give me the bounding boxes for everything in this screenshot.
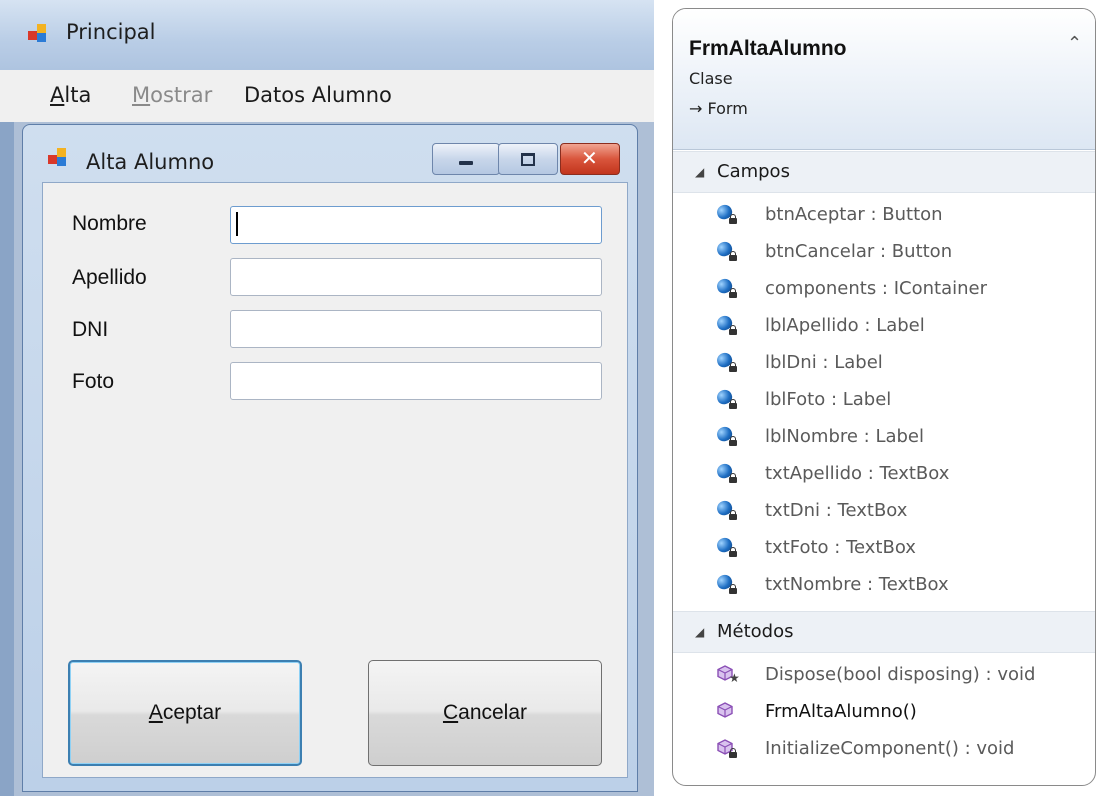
field-label: lblApellido : Label bbox=[765, 315, 925, 336]
private-field-icon bbox=[715, 350, 741, 377]
alta-window-icon bbox=[48, 148, 68, 168]
private-field-icon bbox=[715, 387, 741, 414]
aceptar-button[interactable]: Aceptar bbox=[68, 660, 302, 766]
field-label: btnAceptar : Button bbox=[765, 204, 943, 225]
private-field-icon bbox=[715, 276, 741, 303]
field-label: lblNombre : Label bbox=[765, 426, 925, 447]
restore-button[interactable] bbox=[498, 143, 558, 175]
menu-mostrar-rest: ostrar bbox=[150, 83, 213, 107]
section-metodos-title: Métodos bbox=[717, 621, 794, 642]
foto-input[interactable] bbox=[230, 362, 602, 400]
private-field-icon bbox=[715, 202, 741, 229]
menu-alta-rest: lta bbox=[64, 83, 92, 107]
private-field-icon bbox=[715, 239, 741, 266]
private-field-icon bbox=[715, 461, 741, 488]
text-caret bbox=[236, 212, 238, 236]
nombre-input[interactable] bbox=[230, 206, 602, 244]
apellido-input[interactable] bbox=[230, 258, 602, 296]
private-method-icon bbox=[715, 737, 741, 763]
field-label: lblDni : Label bbox=[765, 352, 883, 373]
field-label: lblFoto : Label bbox=[765, 389, 892, 410]
field-label: txtNombre : TextBox bbox=[765, 574, 949, 595]
cancelar-rest: ancelar bbox=[458, 701, 528, 724]
field-label: txtApellido : TextBox bbox=[765, 463, 950, 484]
minimize-icon bbox=[459, 161, 473, 165]
method-label: Dispose(bool disposing) : void bbox=[765, 664, 1036, 685]
alta-window-title: Alta Alumno bbox=[86, 150, 215, 174]
private-field-icon bbox=[715, 572, 741, 599]
restore-icon bbox=[521, 153, 535, 166]
private-field-icon bbox=[715, 313, 741, 340]
label-nombre: Nombre bbox=[72, 212, 147, 235]
public-method-icon bbox=[715, 700, 741, 726]
menu-mostrar-mnemonic: M bbox=[132, 83, 151, 107]
principal-titlebar[interactable]: Principal bbox=[0, 0, 654, 70]
label-foto: Foto bbox=[72, 370, 115, 393]
dni-input[interactable] bbox=[230, 310, 602, 348]
class-diagram-shape[interactable]: FrmAltaAlumno Clase → Form ⌃ ◢ Campos bt… bbox=[672, 8, 1096, 786]
section-metodos[interactable]: ◢ Métodos bbox=[673, 611, 1095, 653]
aceptar-mnemonic: A bbox=[148, 701, 163, 724]
cancelar-mnemonic: C bbox=[442, 701, 459, 724]
label-dni: DNI bbox=[72, 318, 109, 341]
principal-title: Principal bbox=[66, 20, 156, 44]
expand-triangle-icon: ◢ bbox=[695, 625, 705, 639]
minimize-button[interactable] bbox=[432, 143, 500, 175]
field-label: components : IContainer bbox=[765, 278, 987, 299]
class-base: → Form bbox=[689, 99, 748, 118]
aceptar-rest: ceptar bbox=[162, 701, 222, 724]
menu-item-alta[interactable]: Alta bbox=[50, 83, 91, 107]
method-label: InitializeComponent() : void bbox=[765, 738, 1015, 759]
menu-alta-mnemonic: A bbox=[50, 83, 65, 107]
label-apellido: Apellido bbox=[72, 266, 147, 289]
class-kind: Clase bbox=[689, 69, 733, 88]
menu-item-mostrar[interactable]: Mostrar bbox=[132, 83, 212, 107]
protected-override-method-icon: ★ bbox=[715, 663, 741, 689]
collapse-chevron-icon[interactable]: ⌃ bbox=[1067, 33, 1082, 54]
field-label: btnCancelar : Button bbox=[765, 241, 953, 262]
mdi-border bbox=[0, 122, 14, 796]
field-label: txtDni : TextBox bbox=[765, 500, 908, 521]
app-icon bbox=[28, 24, 48, 44]
private-field-icon bbox=[715, 424, 741, 451]
expand-triangle-icon: ◢ bbox=[695, 165, 705, 179]
menu-item-datos-alumno[interactable]: Datos Alumno bbox=[244, 83, 392, 107]
section-campos[interactable]: ◢ Campos bbox=[673, 151, 1095, 193]
field-label: txtFoto : TextBox bbox=[765, 537, 916, 558]
class-name: FrmAltaAlumno bbox=[689, 37, 847, 60]
method-label: FrmAltaAlumno() bbox=[765, 701, 917, 722]
close-button[interactable]: ✕ bbox=[560, 143, 620, 175]
section-campos-title: Campos bbox=[717, 161, 790, 182]
class-header: FrmAltaAlumno Clase → Form ⌃ bbox=[673, 9, 1095, 150]
private-field-icon bbox=[715, 535, 741, 562]
private-field-icon bbox=[715, 498, 741, 525]
close-icon: ✕ bbox=[581, 146, 598, 170]
cancelar-button[interactable]: Cancelar bbox=[368, 660, 602, 766]
